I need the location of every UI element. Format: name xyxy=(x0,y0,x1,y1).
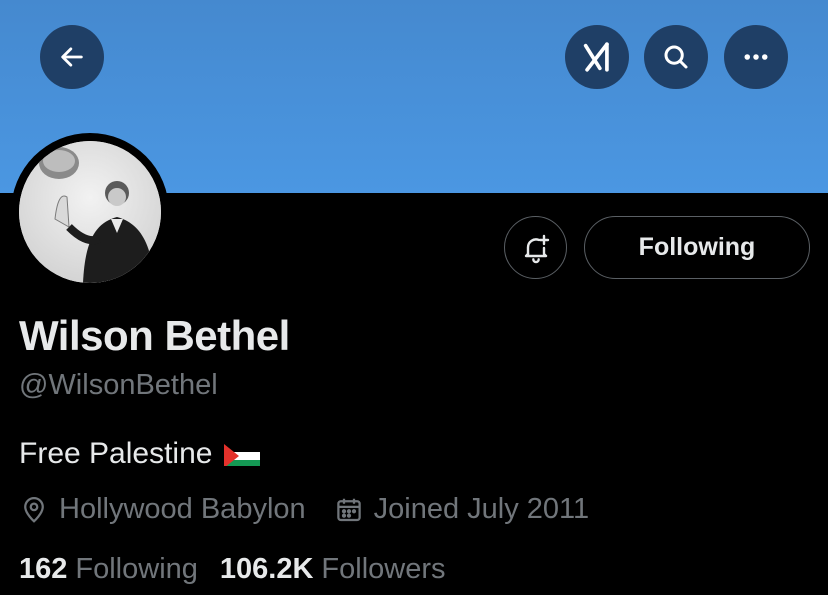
back-button[interactable] xyxy=(40,25,104,89)
palestine-flag-icon xyxy=(224,442,261,466)
grok-icon xyxy=(583,42,609,72)
following-link[interactable]: 162 Following xyxy=(19,553,198,586)
calendar-icon xyxy=(336,498,361,521)
join-date-text: Joined July 2011 xyxy=(373,493,590,525)
user-handle: @WilsonBethel xyxy=(19,369,218,401)
bio-text: Free Palestine xyxy=(19,437,213,470)
search-icon xyxy=(664,45,688,69)
following-count: 162 xyxy=(19,553,68,585)
search-button[interactable] xyxy=(644,25,708,89)
more-button[interactable] xyxy=(724,25,788,89)
followers-label: Followers xyxy=(321,553,446,585)
location-pin-icon xyxy=(24,496,44,523)
grok-button[interactable] xyxy=(565,25,629,89)
join-date: Joined July 2011 xyxy=(334,493,590,526)
following-label: Following xyxy=(75,553,198,585)
profile-meta: Hollywood Babylon Joined July 2011 xyxy=(19,493,617,526)
bio: Free Palestine xyxy=(19,437,261,471)
location-text: Hollywood Babylon xyxy=(59,493,306,525)
followers-link[interactable]: 106.2K Followers xyxy=(220,553,446,586)
location: Hollywood Babylon xyxy=(19,493,306,526)
follow-stats: 162 Following 106.2K Followers xyxy=(19,553,468,586)
arrow-left-icon xyxy=(61,47,83,67)
followers-count: 106.2K xyxy=(219,553,314,585)
more-horizontal-icon xyxy=(744,54,768,60)
display-name: Wilson Bethel xyxy=(19,312,290,359)
avatar[interactable] xyxy=(11,133,169,291)
avatar-image xyxy=(19,141,161,283)
following-button[interactable]: Following xyxy=(584,216,810,279)
bell-plus-icon xyxy=(524,234,549,263)
notifications-button[interactable] xyxy=(504,216,567,279)
